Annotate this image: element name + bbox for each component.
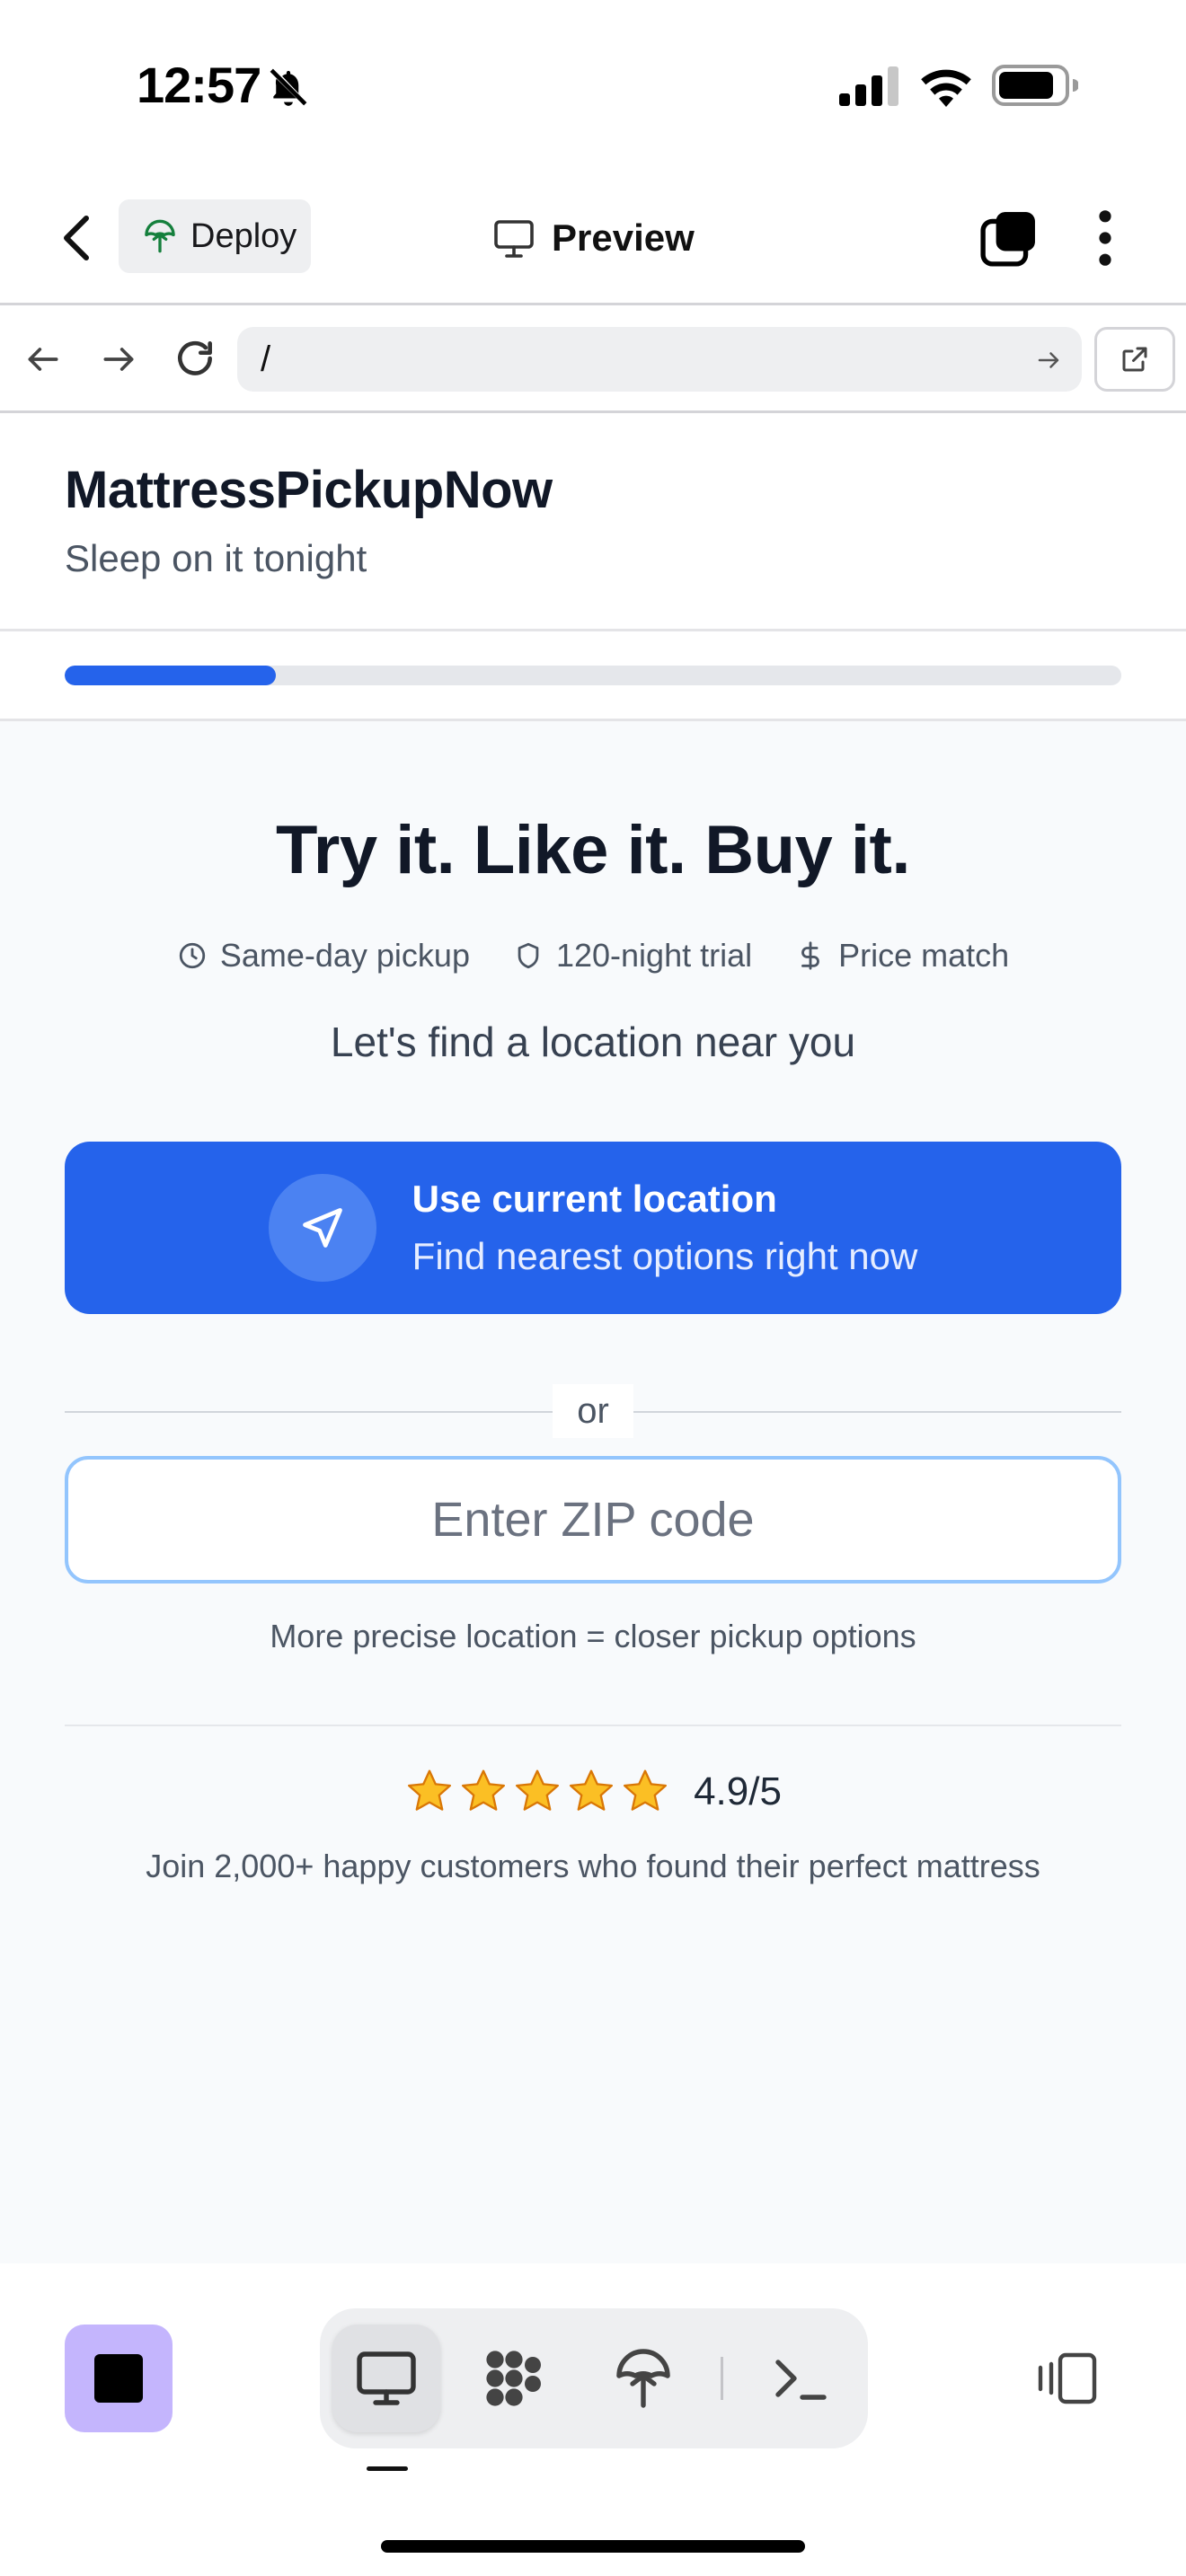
bottom-toolbar xyxy=(0,2263,1186,2576)
toolbar-separator xyxy=(721,2357,723,2400)
arrow-right-icon[interactable] xyxy=(99,340,138,379)
zip-hint: More precise location = closer pickup op… xyxy=(270,1618,916,1654)
signal-icon xyxy=(839,66,898,106)
feature-price-match: Price match xyxy=(795,937,1009,975)
deploy-tab[interactable] xyxy=(589,2325,697,2432)
location-icon-circle xyxy=(268,1174,376,1282)
external-link-icon xyxy=(1122,347,1147,372)
brand-name: MattressPickupNow xyxy=(65,461,553,519)
star-icon xyxy=(462,1769,506,1811)
brand-tagline: Sleep on it tonight xyxy=(65,537,367,579)
deploy-label: Deploy xyxy=(190,216,297,255)
feature-label: Price match xyxy=(838,937,1010,974)
status-bar: 12:57 xyxy=(0,0,1186,171)
arrow-go-icon[interactable] xyxy=(1035,347,1062,374)
chevron-left-icon[interactable] xyxy=(56,211,99,265)
preview-tab[interactable] xyxy=(332,2325,440,2432)
rating-value: 4.9/5 xyxy=(694,1769,782,1813)
status-time: 12:57 xyxy=(137,57,261,113)
apps-tab[interactable] xyxy=(460,2325,568,2432)
use-current-location-button[interactable]: Use current location Find nearest option… xyxy=(65,1142,1121,1314)
arrow-left-icon[interactable] xyxy=(23,340,63,379)
monitor-icon xyxy=(357,2351,416,2405)
progress-fill xyxy=(65,666,277,685)
deploy-icon xyxy=(145,219,175,253)
reload-icon[interactable] xyxy=(173,336,217,381)
feature-same-day: Same-day pickup xyxy=(177,937,470,975)
section-divider xyxy=(65,1725,1121,1726)
app-header: Deploy Preview xyxy=(0,171,1186,305)
or-divider: or xyxy=(65,1384,1121,1438)
wifi-icon xyxy=(921,69,971,107)
tabs-icon[interactable] xyxy=(979,208,1039,268)
dollar-icon xyxy=(801,941,819,970)
preview-title: Preview xyxy=(492,208,695,268)
apps-grid-icon xyxy=(486,2351,541,2406)
browser-bar: / xyxy=(0,305,1186,413)
star-icon xyxy=(570,1769,614,1811)
home-indicator xyxy=(381,2540,805,2553)
monitor-icon xyxy=(494,220,534,258)
open-external-button[interactable] xyxy=(1094,327,1175,392)
url-text: / xyxy=(261,339,271,379)
star-icon xyxy=(624,1769,668,1811)
star-icon xyxy=(408,1769,452,1811)
location-button-title: Use current location xyxy=(412,1178,777,1220)
social-proof-text: Join 2,000+ happy customers who found th… xyxy=(146,1848,1040,1884)
active-tab-indicator xyxy=(367,2466,408,2471)
shield-icon xyxy=(518,942,539,969)
clock-icon xyxy=(179,942,205,969)
location-button-subtitle: Find nearest options right now xyxy=(412,1235,918,1277)
feature-list: Same-day pickup 120-night trial Price ma… xyxy=(0,937,1186,975)
navigation-arrow-icon xyxy=(302,1208,342,1248)
star-rating xyxy=(404,1767,670,1817)
preview-label: Preview xyxy=(552,216,695,259)
location-button-text: Use current location Find nearest option… xyxy=(412,1178,918,1278)
terminal-icon xyxy=(775,2360,827,2400)
app-square-icon[interactable] xyxy=(65,2325,173,2432)
terminal-tab[interactable] xyxy=(746,2325,854,2432)
progress-bar xyxy=(65,666,1121,685)
feature-trial: 120-night trial xyxy=(513,937,752,975)
hero-title: Try it. Like it. Buy it. xyxy=(276,812,910,888)
zip-code-input[interactable] xyxy=(65,1456,1121,1584)
bell-slash-icon xyxy=(270,68,307,106)
feature-label: Same-day pickup xyxy=(219,937,470,974)
more-vertical-icon[interactable] xyxy=(1093,208,1118,268)
deploy-icon xyxy=(616,2349,670,2408)
progress-section xyxy=(0,631,1186,721)
view-switcher xyxy=(320,2308,868,2448)
star-icon xyxy=(516,1769,560,1811)
panel-toggle-icon[interactable] xyxy=(1035,2350,1100,2407)
or-label: or xyxy=(553,1384,633,1438)
deploy-button[interactable]: Deploy xyxy=(119,199,311,273)
main-content: Try it. Like it. Buy it. Same-day pickup… xyxy=(0,721,1186,2263)
url-field[interactable]: / xyxy=(237,327,1082,392)
find-location-text: Let's find a location near you xyxy=(330,1019,856,1065)
feature-label: 120-night trial xyxy=(555,937,753,974)
site-header: MattressPickupNow Sleep on it tonight xyxy=(0,413,1186,631)
rating-row: 4.9/5 xyxy=(0,1767,1186,1817)
battery-icon xyxy=(992,65,1078,106)
